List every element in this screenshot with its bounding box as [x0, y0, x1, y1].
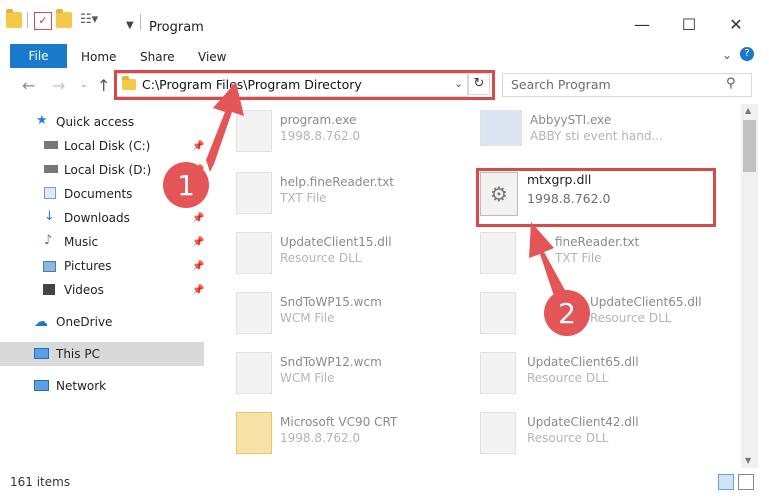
- arrow-1-icon: [206, 82, 244, 172]
- details-view-icon[interactable]: [718, 474, 734, 490]
- large-icons-view-icon[interactable]: [738, 474, 754, 490]
- step-badge-2: 2: [544, 290, 590, 336]
- annotation-arrows: [206, 82, 566, 302]
- step-badge-1: 1: [163, 162, 209, 208]
- status-item-count: 161 items: [10, 475, 71, 489]
